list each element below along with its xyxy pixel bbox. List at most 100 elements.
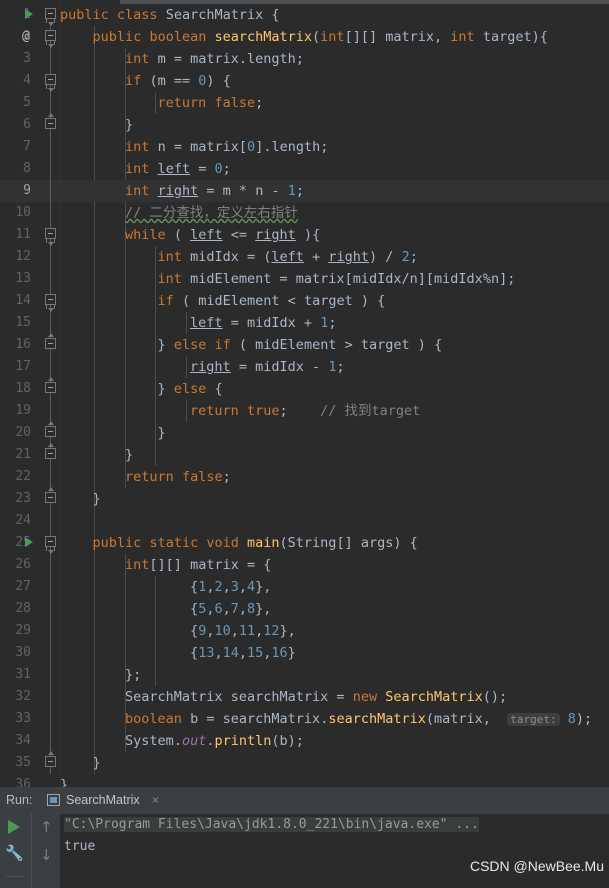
editor-gutter[interactable]: 18 xyxy=(0,377,60,400)
editor-gutter[interactable]: 20 xyxy=(0,421,60,444)
code-text[interactable]: SearchMatrix searchMatrix = new SearchMa… xyxy=(60,686,507,708)
code-line[interactable]: 15 left = midIdx + 1; xyxy=(0,312,609,334)
code-line[interactable]: 3 int m = matrix.length; xyxy=(0,48,609,70)
code-text[interactable]: {9,10,11,12}, xyxy=(60,620,296,642)
code-text[interactable]: int m = matrix.length; xyxy=(60,48,304,70)
code-line[interactable]: 19 return true; // 找到target xyxy=(0,400,609,422)
editor-gutter[interactable]: 28 xyxy=(0,598,60,620)
editor-gutter[interactable]: 26 xyxy=(0,554,60,576)
code-text[interactable]: int left = 0; xyxy=(60,158,231,180)
editor-gutter[interactable]: 29 xyxy=(0,620,60,642)
editor-gutter[interactable]: 24 xyxy=(0,510,60,532)
code-line[interactable]: 17 right = midIdx - 1; xyxy=(0,356,609,378)
code-text[interactable]: if ( midElement < target ) { xyxy=(60,290,386,312)
editor-gutter[interactable]: 4 xyxy=(0,70,60,92)
code-line[interactable]: 27 {1,2,3,4}, xyxy=(0,576,609,598)
code-text[interactable]: public class SearchMatrix { xyxy=(60,4,280,26)
code-text[interactable]: {13,14,15,16} xyxy=(60,642,296,664)
code-text[interactable]: } xyxy=(60,752,101,774)
editor-gutter[interactable]: 25 xyxy=(0,532,60,554)
code-line[interactable]: 23 } xyxy=(0,487,609,510)
code-text[interactable]: right = midIdx - 1; xyxy=(60,356,345,378)
editor-gutter[interactable]: 7 xyxy=(0,136,60,158)
editor-gutter[interactable]: 13 xyxy=(0,268,60,290)
code-line[interactable]: 24 xyxy=(0,510,609,532)
code-line[interactable]: 5 return false; xyxy=(0,92,609,114)
code-line[interactable]: 10 // 二分查找，定义左右指针 xyxy=(0,202,609,224)
code-line[interactable]: 29 {9,10,11,12}, xyxy=(0,620,609,642)
code-line[interactable]: 11 while ( left <= right ){ xyxy=(0,224,609,246)
editor-gutter[interactable]: 34 xyxy=(0,730,60,752)
code-line[interactable]: 35 } xyxy=(0,751,609,774)
editor-gutter[interactable]: 12 xyxy=(0,246,60,268)
fold-toggle-icon[interactable] xyxy=(45,228,56,246)
code-text[interactable]: } xyxy=(60,114,133,136)
console-output[interactable]: "C:\Program Files\Java\jdk1.8.0_221\bin\… xyxy=(60,814,609,888)
fold-toggle-icon[interactable] xyxy=(45,751,56,767)
scroll-up-icon[interactable]: ↑ xyxy=(40,820,53,835)
editor-gutter[interactable]: 21 xyxy=(0,443,60,466)
code-text[interactable]: } else if ( midElement > target ) { xyxy=(60,334,443,356)
code-text[interactable]: } xyxy=(60,444,133,466)
code-line[interactable]: 16 } else if ( midElement > target ) { xyxy=(0,333,609,356)
editor-gutter[interactable]: 3 xyxy=(0,48,60,70)
code-text[interactable]: int midIdx = (left + right) / 2; xyxy=(60,246,418,268)
code-line[interactable]: 33 boolean b = searchMatrix.searchMatrix… xyxy=(0,708,609,730)
editor-gutter[interactable]: 8 xyxy=(0,158,60,180)
code-text[interactable]: int right = m * n - 1; xyxy=(60,180,304,202)
wrench-icon[interactable]: 🔧 xyxy=(5,844,24,862)
code-text[interactable]: left = midIdx + 1; xyxy=(60,312,336,334)
code-line[interactable]: 9 int right = m * n - 1; xyxy=(0,180,609,202)
fold-toggle-icon[interactable] xyxy=(45,294,56,312)
code-line[interactable]: 4 if (m == 0) { xyxy=(0,70,609,92)
close-icon[interactable]: × xyxy=(152,787,159,814)
code-text[interactable]: // 二分查找，定义左右指针 xyxy=(60,202,298,224)
fold-toggle-icon[interactable] xyxy=(45,443,56,459)
code-line[interactable]: 14 if ( midElement < target ) { xyxy=(0,290,609,312)
code-line[interactable]: 8 int left = 0; xyxy=(0,158,609,180)
editor-gutter[interactable]: 2 @ xyxy=(0,26,60,48)
code-line[interactable]: 22 return false; xyxy=(0,466,609,488)
run-gutter-icon[interactable] xyxy=(25,537,33,547)
fold-toggle-icon[interactable] xyxy=(45,333,56,349)
code-text[interactable]: return false; xyxy=(60,466,231,488)
editor-gutter[interactable]: 35 xyxy=(0,751,60,774)
code-line[interactable]: 20 } xyxy=(0,421,609,444)
editor-gutter[interactable]: 32 xyxy=(0,686,60,708)
editor-gutter[interactable]: 16 xyxy=(0,333,60,356)
code-text[interactable]: int n = matrix[0].length; xyxy=(60,136,328,158)
code-text[interactable]: while ( left <= right ){ xyxy=(60,224,320,246)
code-text[interactable]: int midElement = matrix[midIdx/n][midIdx… xyxy=(60,268,516,290)
code-line[interactable]: 25 public static void main(String[] args… xyxy=(0,532,609,554)
code-text[interactable]: System.out.println(b); xyxy=(60,730,304,752)
editor-gutter[interactable]: 1 xyxy=(0,4,60,26)
code-text[interactable]: }; xyxy=(60,664,141,686)
editor-gutter[interactable]: 9 xyxy=(0,180,60,202)
code-text[interactable]: } xyxy=(60,422,166,444)
code-line[interactable]: 34 System.out.println(b); xyxy=(0,730,609,752)
fold-toggle-icon[interactable] xyxy=(45,377,56,393)
fold-toggle-icon[interactable] xyxy=(45,421,56,437)
editor-gutter[interactable]: 10 xyxy=(0,202,60,224)
code-text[interactable]: {1,2,3,4}, xyxy=(60,576,271,598)
fold-toggle-icon[interactable] xyxy=(45,487,56,503)
code-text[interactable]: return true; // 找到target xyxy=(60,400,420,422)
code-line[interactable]: 36} xyxy=(0,774,609,787)
code-line[interactable]: 7 int n = matrix[0].length; xyxy=(0,136,609,158)
code-line[interactable]: 26 int[][] matrix = { xyxy=(0,554,609,576)
code-editor[interactable]: 1 public class SearchMatrix {2 @ public bo… xyxy=(0,4,609,787)
code-text[interactable]: return false; xyxy=(60,92,264,114)
code-text[interactable]: {5,6,7,8}, xyxy=(60,598,271,620)
code-line[interactable]: 21 } xyxy=(0,443,609,466)
editor-gutter[interactable]: 23 xyxy=(0,487,60,510)
code-line[interactable]: 1 public class SearchMatrix { xyxy=(0,4,609,26)
editor-gutter[interactable]: 17 xyxy=(0,356,60,378)
fold-toggle-icon[interactable] xyxy=(45,30,56,48)
editor-gutter[interactable]: 27 xyxy=(0,576,60,598)
editor-gutter[interactable]: 30 xyxy=(0,642,60,664)
code-text[interactable]: } else { xyxy=(60,378,223,400)
editor-gutter[interactable]: 11 xyxy=(0,224,60,246)
editor-gutter[interactable]: 6 xyxy=(0,113,60,136)
editor-gutter[interactable]: 22 xyxy=(0,466,60,488)
rerun-icon[interactable] xyxy=(8,820,20,834)
